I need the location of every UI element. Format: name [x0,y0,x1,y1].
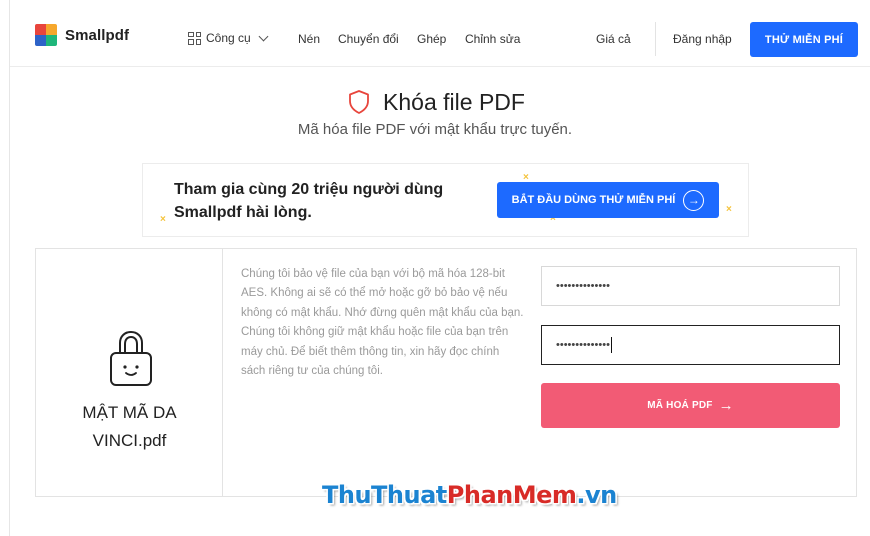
nav-edit[interactable]: Chỉnh sửa [465,32,520,46]
file-name-line-1: MẬT MÃ DA [82,403,177,422]
confirm-password-value: •••••••••••••• [556,339,610,351]
page-title: Khóa file PDF [383,88,525,115]
sparkle-icon: × [726,204,732,215]
promo-line-2: Smallpdf hài lòng. [174,204,312,221]
file-card: MẬT MÃ DA VINCI.pdf [36,249,223,496]
grid-icon [188,31,201,45]
confirm-password-input[interactable]: •••••••••••••• [541,325,840,365]
security-description: Chúng tôi bảo vệ file của bạn với bộ mã … [241,265,526,381]
watermark-part-1: ThuThuat [322,481,447,509]
nav-login[interactable]: Đăng nhập [673,32,732,46]
free-trial-button[interactable]: THỬ MIỄN PHÍ [750,22,858,57]
nav-pricing[interactable]: Giá cả [596,32,631,46]
password-input[interactable]: •••••••••••••• [541,266,840,306]
page-left-border [9,0,10,536]
shield-icon [349,90,369,114]
file-name: MẬT MÃ DA VINCI.pdf [46,399,213,455]
encrypt-pdf-label: MÃ HOÁ PDF [647,400,713,411]
description-paragraph-2: Chúng tôi không giữ mật khẩu hoặc file c… [241,326,509,378]
top-navbar: Smallpdf Công cụ Nén Chuyển đổi Ghép Chỉ… [10,0,870,67]
promo-banner: Tham gia cùng 20 triệu người dùng Smallp… [142,163,749,237]
promo-text: Tham gia cùng 20 triệu người dùng Smallp… [174,178,474,224]
watermark-part-2: PhanMem [446,481,577,509]
password-value: •••••••••••••• [556,280,610,292]
nav-compress[interactable]: Nén [298,32,320,46]
page-subtitle: Mã hóa file PDF với mật khẩu trực tuyến. [297,121,573,138]
arrow-right-circle-icon: → [683,189,705,211]
sparkle-icon: × [160,214,166,225]
nav-divider [655,22,656,56]
brand-name: Smallpdf [65,26,130,44]
promo-line-1: Tham gia cùng 20 triệu người dùng [174,181,444,198]
start-free-trial-label: BẮT ĐẦU DÙNG THỬ MIỄN PHÍ [511,194,676,206]
watermark-part-3: .vn [576,481,617,509]
tools-menu[interactable]: Công cụ [188,31,269,45]
page-heading: Khóa file PDF [0,88,870,116]
encrypt-panel: MẬT MÃ DA VINCI.pdf Chúng tôi bảo vệ fil… [35,248,857,497]
site-watermark: ThuThuatPhanMem.vn [322,481,617,509]
arrow-right-icon: → [718,397,734,414]
start-free-trial-button[interactable]: BẮT ĐẦU DÙNG THỬ MIỄN PHÍ → [497,182,719,218]
text-cursor [610,337,612,353]
nav-convert[interactable]: Chuyển đổi [338,32,399,46]
tools-label: Công cụ [206,31,251,45]
file-name-line-2: VINCI.pdf [92,431,167,450]
smallpdf-logo-icon [35,24,57,46]
description-paragraph-1: Chúng tôi bảo vệ file của bạn với bộ mã … [241,268,524,319]
nav-merge[interactable]: Ghép [417,32,446,46]
lock-icon [110,330,152,386]
brand-logo[interactable]: Smallpdf [35,24,129,46]
chevron-down-icon [258,31,269,41]
encrypt-pdf-button[interactable]: MÃ HOÁ PDF → [541,383,840,428]
